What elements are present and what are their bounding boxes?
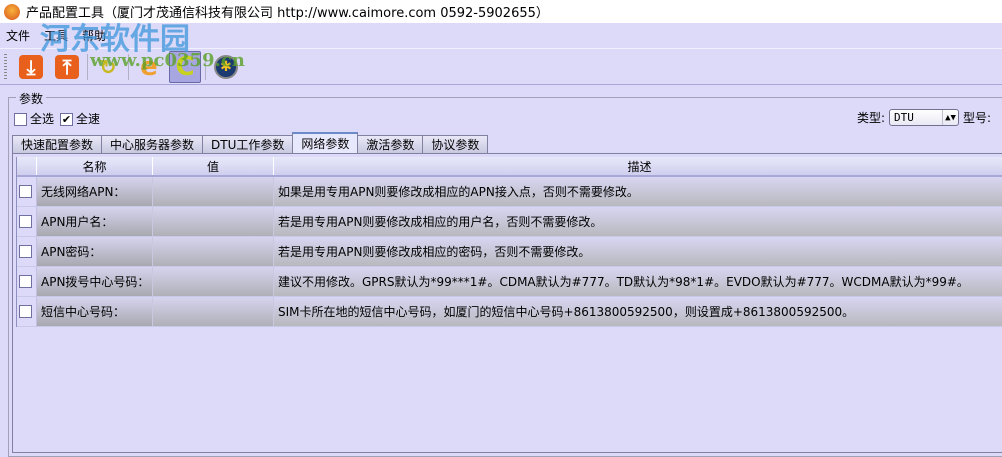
row-check-cell — [17, 237, 37, 266]
tab-activation[interactable]: 激活参数 — [357, 135, 424, 153]
header-value[interactable]: 值 — [153, 157, 274, 175]
row-check-cell — [17, 267, 37, 296]
spinner-icon[interactable]: ▲▼ — [942, 110, 958, 125]
row-checkbox[interactable] — [18, 185, 32, 198]
c-button[interactable]: C — [169, 50, 201, 83]
param-name: 短信中心号码： — [37, 297, 153, 326]
row-check-cell — [17, 297, 37, 326]
param-name: APN用户名： — [37, 207, 153, 236]
refresh-icon: ↻ — [99, 54, 117, 79]
network-params-panel: 名称 值 描述 无线网络APN： 如果是用专用APN则要修改成相应的APN接入点… — [12, 153, 1002, 453]
row-checkbox[interactable] — [18, 245, 32, 258]
header-name[interactable]: 名称 — [37, 157, 153, 175]
tab-dtu-work[interactable]: DTU工作参数 — [202, 135, 294, 153]
download-icon: ⤓ — [19, 54, 43, 79]
table-row[interactable]: APN密码： 若是用专用APN则要修改成相应的密码，否则不需要修改。 — [17, 237, 1002, 267]
params-table: 名称 值 描述 无线网络APN： 如果是用专用APN则要修改成相应的APN接入点… — [16, 157, 1002, 327]
type-select[interactable]: DTU ▲▼ — [889, 109, 960, 126]
param-value[interactable] — [153, 237, 274, 266]
param-desc: SIM卡所在地的短信中心号码，如厦门的短信中心号码+8613800592500，… — [274, 297, 1002, 326]
menu-tools[interactable]: 工具 — [44, 27, 68, 44]
window-title: 产品配置工具（厦门才茂通信科技有限公司 http://www.caimore.c… — [26, 6, 549, 21]
select-all-checkbox[interactable]: 全选 — [14, 110, 54, 127]
upload-button[interactable]: ⤒ — [51, 51, 83, 83]
row-check-cell — [17, 207, 37, 236]
model-label: 型号: — [963, 111, 992, 125]
param-name: APN拨号中心号码： — [37, 267, 153, 296]
param-desc: 若是用专用APN则要修改成相应的用户名，否则不需要修改。 — [274, 207, 1002, 236]
param-desc: 建议不用修改。GPRS默认为*99***1#。CDMA默认为#777。TD默认为… — [274, 267, 1002, 296]
table-row[interactable]: APN拨号中心号码： 建议不用修改。GPRS默认为*99***1#。CDMA默认… — [17, 267, 1002, 297]
e-button[interactable]: e — [133, 51, 165, 83]
param-name: APN密码： — [37, 237, 153, 266]
e-icon: e — [140, 51, 158, 82]
param-name: 无线网络APN： — [37, 177, 153, 206]
select-all-label: 全选 — [30, 112, 55, 126]
check-icon[interactable]: ✔ — [60, 113, 74, 126]
row-checkbox[interactable] — [18, 305, 32, 318]
menu-file[interactable]: 文件 — [6, 27, 30, 44]
toolbar-grip[interactable] — [4, 53, 7, 80]
toolbar-separator — [205, 53, 206, 80]
param-desc: 如果是用专用APN则要修改成相应的APN接入点，否则不需要修改。 — [274, 177, 1002, 206]
toolbar: ⤓ ⤒ ↻ e C ✱ — [0, 48, 1002, 85]
download-button[interactable]: ⤓ — [15, 51, 47, 83]
app-logo-icon — [4, 3, 20, 20]
toolbar-separator — [87, 53, 88, 80]
param-value[interactable] — [153, 177, 274, 206]
table-row[interactable]: 无线网络APN： 如果是用专用APN则要修改成相应的APN接入点，否则不需要修改… — [17, 177, 1002, 207]
toolbar-separator — [128, 53, 129, 80]
table-header: 名称 值 描述 — [17, 157, 1002, 177]
tab-bar: 快速配置参数 中心服务器参数 DTU工作参数 网络参数 激活参数 协议参数 — [12, 132, 489, 153]
row-check-cell — [17, 177, 37, 206]
row-checkbox[interactable] — [18, 275, 32, 288]
title-bar: 产品配置工具（厦门才茂通信科技有限公司 http://www.caimore.c… — [0, 0, 1002, 23]
row-checkbox[interactable] — [18, 215, 32, 228]
param-desc: 若是用专用APN则要修改成相应的密码，否则不需要修改。 — [274, 237, 1002, 266]
upload-icon: ⤒ — [55, 54, 79, 79]
param-value[interactable] — [153, 297, 274, 326]
full-speed-label: 全速 — [76, 112, 101, 126]
full-speed-checkbox[interactable]: ✔ 全速 — [60, 110, 100, 127]
type-label: 类型: — [857, 111, 886, 125]
run-icon: ✱ — [214, 54, 238, 79]
table-row[interactable]: APN用户名： 若是用专用APN则要修改成相应的用户名，否则不需要修改。 — [17, 207, 1002, 237]
tab-protocol[interactable]: 协议参数 — [422, 135, 489, 153]
tab-quick-config[interactable]: 快速配置参数 — [12, 135, 103, 153]
refresh-button[interactable]: ↻ — [92, 51, 124, 83]
table-row[interactable]: 短信中心号码： SIM卡所在地的短信中心号码，如厦门的短信中心号码+861380… — [17, 297, 1002, 327]
header-check — [17, 157, 37, 175]
param-value[interactable] — [153, 267, 274, 296]
c-icon: C — [175, 51, 195, 82]
params-group-label: 参数 — [16, 90, 47, 107]
menu-bar: 文件 工具 帮助 — [0, 23, 1002, 47]
tab-center-server[interactable]: 中心服务器参数 — [101, 135, 204, 153]
tab-network[interactable]: 网络参数 — [292, 132, 359, 153]
menu-help[interactable]: 帮助 — [82, 27, 106, 44]
type-value: DTU — [894, 111, 914, 124]
param-value[interactable] — [153, 207, 274, 236]
checkbox-box[interactable] — [14, 113, 27, 126]
header-desc[interactable]: 描述 — [274, 157, 1002, 175]
run-button[interactable]: ✱ — [210, 51, 242, 83]
